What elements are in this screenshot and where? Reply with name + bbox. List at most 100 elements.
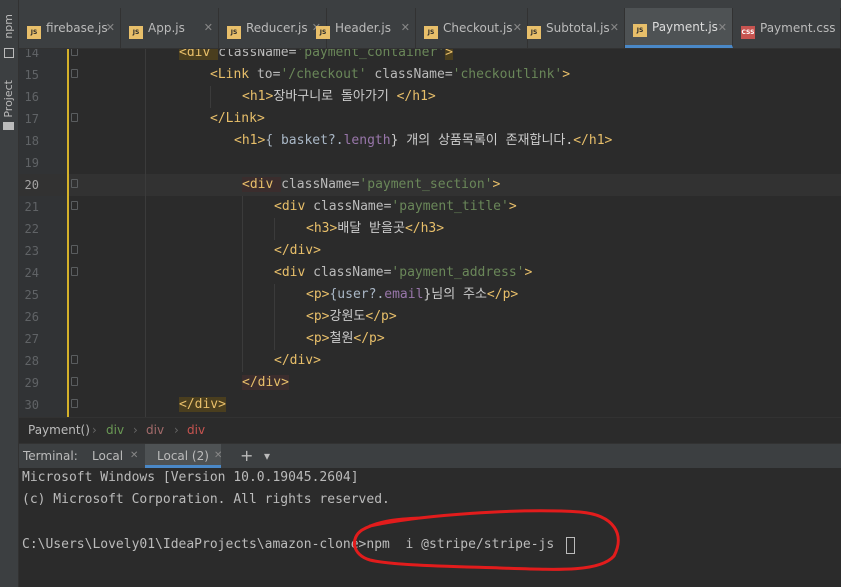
- js-file-icon: JS: [527, 25, 541, 39]
- fold-marker-icon[interactable]: [71, 377, 78, 386]
- fold-marker-icon[interactable]: [71, 113, 78, 122]
- code-text: <p>{user?.email}님의 주소</p>: [306, 287, 519, 302]
- fold-marker-icon[interactable]: [71, 201, 78, 210]
- chevron-right-icon: ›: [133, 423, 138, 437]
- terminal-command[interactable]: npm i @stripe/stripe-js: [366, 537, 554, 552]
- code-line[interactable]: 30 </div>: [19, 394, 841, 416]
- code-line[interactable]: 28 </div>: [19, 350, 841, 372]
- css-file-icon: CSS: [741, 25, 755, 39]
- code-line[interactable]: 17 </Link>: [19, 108, 841, 130]
- left-tool-strip: npm Project: [0, 0, 19, 587]
- breadcrumb-item[interactable]: div: [146, 418, 164, 443]
- tab-checkout-js[interactable]: JS Checkout.js ✕: [416, 8, 528, 48]
- fold-marker-icon[interactable]: [71, 355, 78, 364]
- code-line[interactable]: 25 <p>{user?.email}님의 주소</p>: [19, 284, 841, 306]
- fold-marker-icon[interactable]: [71, 399, 78, 408]
- folder-icon: [3, 122, 14, 130]
- code-line[interactable]: 14 <div className='payment_container'>: [19, 49, 841, 64]
- code-line[interactable]: 26 <p>강원도</p>: [19, 306, 841, 328]
- tab-firebase-js[interactable]: JS firebase.js ✕: [19, 8, 121, 48]
- code-line[interactable]: 15 <Link to='/checkout' className='check…: [19, 64, 841, 86]
- indent-guide: [210, 86, 211, 108]
- project-tool-label: Project: [2, 80, 15, 118]
- tab-label: Payment.js: [652, 19, 718, 34]
- terminal-command-line[interactable]: C:\Users\Lovely01\IdeaProjects\amazon-cl…: [22, 537, 554, 552]
- code-editor[interactable]: 14 <div className='payment_container'> 1…: [19, 49, 841, 417]
- editor-tab-bar: JS firebase.js ✕ JS App.js ✕ JS Reducer.…: [19, 8, 841, 49]
- code-line[interactable]: 22 <h3>배달 받을곳</h3>: [19, 218, 841, 240]
- terminal-tab-local[interactable]: Local: [92, 444, 123, 468]
- close-icon[interactable]: ✕: [214, 444, 222, 468]
- terminal-line: (c) Microsoft Corporation. All rights re…: [22, 492, 390, 507]
- indent-guide: [242, 196, 243, 372]
- terminal-line: Microsoft Windows [Version 10.0.19045.26…: [22, 470, 359, 485]
- code-text: <div className='payment_title'>: [274, 199, 517, 214]
- chevron-right-icon: ›: [92, 423, 97, 437]
- terminal-cursor: [566, 537, 575, 554]
- indent-guide: [274, 218, 275, 240]
- code-line[interactable]: 23 </div>: [19, 240, 841, 262]
- change-marker: [67, 49, 69, 417]
- close-icon[interactable]: ✕: [130, 444, 138, 468]
- tab-label: Reducer.js: [246, 21, 308, 35]
- indent-guide: [274, 284, 275, 350]
- code-text: <div className='payment_section'>: [242, 177, 501, 192]
- project-tool-tab[interactable]: Project: [0, 80, 18, 128]
- code-text: </div>: [179, 397, 226, 412]
- tab-header-js[interactable]: JS Header.js ✕: [308, 8, 416, 48]
- code-text: <h1>장바구니로 돌아가기 </h1>: [242, 89, 436, 104]
- terminal-output[interactable]: Microsoft Windows [Version 10.0.19045.26…: [19, 468, 841, 587]
- npm-tool-label: npm: [2, 14, 15, 39]
- code-line[interactable]: 18 <h1>{ basket?.length} 개의 상품목록이 존재합니다.…: [19, 130, 841, 152]
- fold-marker-icon[interactable]: [71, 49, 78, 56]
- js-file-icon: JS: [27, 25, 41, 39]
- js-file-icon: JS: [424, 25, 438, 39]
- code-text: <h3>배달 받을곳</h3>: [306, 221, 445, 236]
- js-file-icon: JS: [633, 24, 647, 37]
- tab-subtotal-js[interactable]: JS Subtotal.js ✕: [519, 8, 625, 48]
- npm-icon: [4, 48, 14, 58]
- code-text: <div className='payment_container'>: [179, 49, 453, 64]
- tab-payment-css[interactable]: CSS Payment.css: [733, 8, 841, 48]
- terminal-tab-local-2[interactable]: Local (2): [145, 444, 221, 468]
- terminal-label: Terminal:: [23, 449, 78, 463]
- tab-app-js[interactable]: JS App.js ✕: [121, 8, 219, 48]
- fold-marker-icon[interactable]: [71, 267, 78, 276]
- close-icon[interactable]: ✕: [718, 21, 727, 34]
- code-text: </Link>: [210, 111, 265, 126]
- code-line[interactable]: 29 </div>: [19, 372, 841, 394]
- tab-payment-js[interactable]: JS Payment.js ✕: [625, 8, 733, 48]
- js-file-icon: JS: [316, 25, 330, 39]
- close-icon[interactable]: ✕: [401, 21, 410, 34]
- breadcrumb: Payment() › div › div › div: [19, 417, 841, 443]
- breadcrumb-item[interactable]: Payment(): [28, 418, 90, 443]
- breadcrumb-item[interactable]: div: [106, 418, 124, 443]
- fold-marker-icon[interactable]: [71, 245, 78, 254]
- terminal-tab-bar: Terminal: Local ✕ Local (2) ✕ + ▾: [19, 443, 841, 468]
- npm-tool-tab[interactable]: npm: [0, 14, 18, 46]
- code-text: <Link to='/checkout' className='checkout…: [210, 67, 571, 82]
- code-line[interactable]: 21 <div className='payment_title'>: [19, 196, 841, 218]
- close-icon[interactable]: ✕: [610, 21, 619, 34]
- code-line-current[interactable]: 20 <div className='payment_section'>: [19, 174, 841, 196]
- fold-marker-icon[interactable]: [71, 179, 78, 188]
- fold-marker-icon[interactable]: [71, 69, 78, 78]
- close-icon[interactable]: ✕: [106, 21, 115, 34]
- tab-label: Subtotal.js: [546, 21, 610, 35]
- add-icon[interactable]: +: [240, 444, 253, 468]
- close-icon[interactable]: ✕: [204, 21, 213, 34]
- breadcrumb-item[interactable]: div: [187, 418, 205, 443]
- chevron-right-icon: ›: [174, 423, 179, 437]
- code-line[interactable]: 24 <div className='payment_address'>: [19, 262, 841, 284]
- code-text: <p>강원도</p>: [306, 309, 397, 324]
- code-text: </div>: [274, 243, 321, 258]
- code-line[interactable]: 19: [19, 152, 841, 174]
- title-strip: [0, 0, 841, 8]
- code-text: </div>: [242, 375, 289, 390]
- code-text: </div>: [274, 353, 321, 368]
- code-line[interactable]: 27 <p>철원</p>: [19, 328, 841, 350]
- code-text: <p>철원</p>: [306, 331, 385, 346]
- js-file-icon: JS: [227, 25, 241, 39]
- code-line[interactable]: 16 <h1>장바구니로 돌아가기 </h1>: [19, 86, 841, 108]
- chevron-down-icon[interactable]: ▾: [264, 444, 270, 468]
